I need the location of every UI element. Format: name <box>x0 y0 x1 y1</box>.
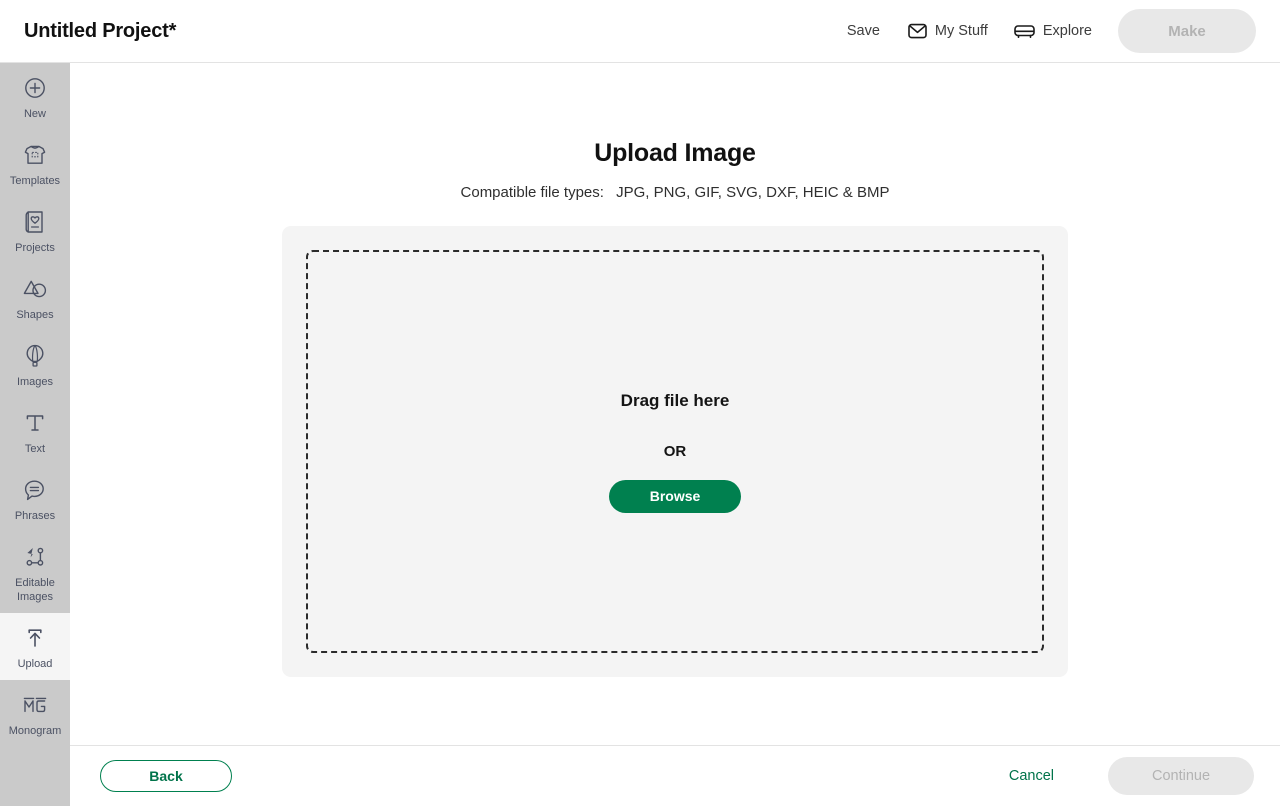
sidebar-item-label: Projects <box>15 242 55 254</box>
upload-arrow-icon <box>24 625 46 651</box>
sidebar-item-label: Templates <box>9 175 61 187</box>
my-stuff-label: My Stuff <box>934 23 988 39</box>
app-header: Untitled Project* Save My Stuff Explore … <box>0 0 1280 63</box>
speech-bubble-icon <box>23 477 47 503</box>
sidebar-item-label: Phrases <box>14 510 56 522</box>
back-button[interactable]: Back <box>100 760 232 792</box>
sidebar-item-shapes[interactable]: Shapes <box>0 264 70 331</box>
compatible-types: JPG, PNG, GIF, SVG, DXF, HEIC & BMP <box>616 184 890 201</box>
explore-button[interactable]: Explore <box>1014 23 1092 39</box>
sidebar-item-projects[interactable]: Projects <box>0 197 70 264</box>
tshirt-icon <box>23 142 47 168</box>
sidebar-item-label: Text <box>24 443 46 455</box>
plus-circle-icon <box>24 75 46 101</box>
my-stuff-button[interactable]: My Stuff <box>908 23 988 39</box>
sidebar-item-phrases[interactable]: Phrases <box>0 465 70 532</box>
sidebar-item-editable-images[interactable]: Editable Images <box>0 532 70 613</box>
save-button[interactable]: Save <box>847 23 880 39</box>
cutting-machine-icon <box>1014 24 1035 38</box>
sidebar-item-label: Editable Images <box>15 577 55 603</box>
cancel-button[interactable]: Cancel <box>1003 767 1060 785</box>
sidebar-item-label: Upload <box>17 658 53 670</box>
main-content: Upload Image Compatible file types: JPG,… <box>70 63 1280 745</box>
compatible-label: Compatible file types: <box>460 184 604 201</box>
card-heart-icon <box>25 209 45 235</box>
compatible-file-types: Compatible file types: JPG, PNG, GIF, SV… <box>70 184 1280 201</box>
sidebar-item-label: Images <box>16 376 54 388</box>
browse-button[interactable]: Browse <box>609 479 741 513</box>
page-title: Upload Image <box>594 139 756 167</box>
sidebar-item-label: Monogram <box>8 725 62 737</box>
continue-button[interactable]: Continue <box>1108 757 1254 795</box>
sidebar-item-images[interactable]: Images <box>0 331 70 398</box>
monogram-mg-icon <box>22 692 48 718</box>
sidebar-item-monogram[interactable]: Monogram <box>0 680 70 747</box>
envelope-icon <box>908 23 927 39</box>
shapes-icon <box>22 276 48 302</box>
sidebar-item-label: New <box>23 108 46 120</box>
sidebar-item-templates[interactable]: Templates <box>0 130 70 197</box>
project-title[interactable]: Untitled Project* <box>24 20 176 43</box>
text-t-icon <box>24 410 46 436</box>
footer-bar: Back Cancel Continue <box>70 745 1280 806</box>
drag-file-text: Drag file here <box>620 390 730 410</box>
hot-air-balloon-icon <box>25 343 45 369</box>
header-actions: Save My Stuff Explore Make <box>847 9 1256 53</box>
explore-label: Explore <box>1042 23 1092 39</box>
file-dropzone[interactable]: Drag file here OR Browse <box>306 250 1044 653</box>
left-sidebar: New Templates Projects Shapes Images Tex… <box>0 63 70 806</box>
save-label: Save <box>846 23 880 39</box>
node-path-icon <box>23 544 47 570</box>
make-button[interactable]: Make <box>1118 9 1256 53</box>
or-separator-text: OR <box>663 442 687 460</box>
sidebar-item-label: Shapes <box>16 309 54 321</box>
sidebar-item-upload[interactable]: Upload <box>0 613 70 680</box>
sidebar-item-new[interactable]: New <box>0 63 70 130</box>
sidebar-item-text[interactable]: Text <box>0 398 70 465</box>
footer-right-actions: Cancel Continue <box>1003 757 1254 795</box>
dropzone-container: Drag file here OR Browse <box>282 226 1068 677</box>
